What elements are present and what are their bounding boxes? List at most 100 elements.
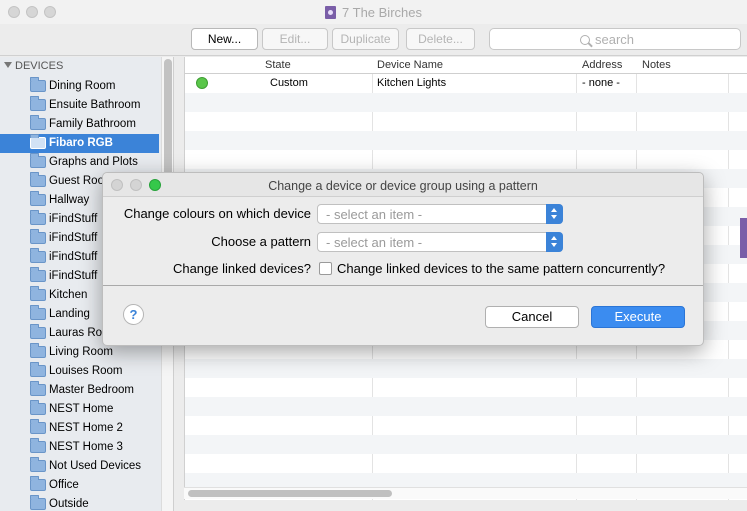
- folder-icon: [30, 362, 46, 377]
- sidebar-item-label: Louises Room: [49, 365, 123, 377]
- dialog-title: Change a device or device group using a …: [268, 179, 538, 193]
- delete-button[interactable]: Delete...: [406, 28, 475, 50]
- window-titlebar: 7 The Birches: [0, 0, 747, 24]
- sidebar-item-label: Office: [49, 479, 79, 491]
- sidebar-item[interactable]: Not Used Devices: [0, 457, 159, 476]
- folder-icon: [30, 476, 46, 491]
- sidebar-item-label: Family Bathroom: [49, 118, 136, 130]
- pattern-select[interactable]: - select an item -: [317, 232, 563, 252]
- folder-icon: [30, 400, 46, 415]
- folder-icon: [30, 381, 46, 396]
- sidebar-item[interactable]: Ensuite Bathroom: [0, 96, 159, 115]
- toolbar: New... Edit... Duplicate Delete... searc…: [0, 24, 747, 56]
- sidebar-item-label: iFindStuff: [49, 213, 98, 225]
- folder-icon: [30, 115, 46, 130]
- sidebar-section-devices[interactable]: DEVICES: [4, 60, 63, 72]
- folder-icon: [30, 267, 46, 282]
- column-header-state[interactable]: State: [265, 59, 291, 71]
- table-row[interactable]: [185, 112, 747, 131]
- cell-address: - none -: [582, 77, 620, 89]
- sidebar-item[interactable]: Family Bathroom: [0, 115, 159, 134]
- sidebar-item-label: iFindStuff: [49, 270, 98, 282]
- table-row[interactable]: [185, 93, 747, 112]
- folder-icon: [30, 438, 46, 453]
- sidebar-item-label: Guest Roo: [49, 175, 104, 187]
- folder-icon: [30, 248, 46, 263]
- select-arrows-icon: [546, 204, 563, 224]
- pattern-dialog: Change a device or device group using a …: [102, 172, 704, 346]
- sidebar-item[interactable]: Master Bedroom: [0, 381, 159, 400]
- sidebar-item-label: Fibaro RGB: [49, 137, 113, 149]
- sidebar-item[interactable]: NEST Home: [0, 400, 159, 419]
- select-arrows-icon: [546, 232, 563, 252]
- sidebar-item[interactable]: Office: [0, 476, 159, 495]
- sidebar-item[interactable]: Fibaro RGB: [0, 134, 159, 153]
- colours-device-value: - select an item -: [326, 207, 423, 222]
- sidebar-item-label: Hallway: [49, 194, 90, 206]
- sidebar-item[interactable]: Dining Room: [0, 77, 159, 96]
- sidebar-item-label: Graphs and Plots: [49, 156, 138, 168]
- folder-icon: [30, 305, 46, 320]
- folder-icon: [30, 229, 46, 244]
- table-header: State Device Name Address Notes: [185, 57, 747, 74]
- table-row[interactable]: [185, 416, 747, 435]
- linked-devices-checkbox[interactable]: [319, 262, 332, 275]
- dialog-titlebar: Change a device or device group using a …: [103, 173, 703, 197]
- search-icon: [580, 35, 590, 45]
- sidebar-item-label: Living Room: [49, 346, 113, 358]
- linked-devices-label: Change linked devices?: [172, 261, 311, 276]
- column-header-address[interactable]: Address: [582, 59, 622, 71]
- sidebar-item-label: Dining Room: [49, 80, 116, 92]
- sidebar-item-label: Kitchen: [49, 289, 88, 301]
- sidebar-item-label: NEST Home 2: [49, 422, 123, 434]
- sidebar-item-label: Landing: [49, 308, 90, 320]
- document-icon: [325, 6, 337, 19]
- edit-button[interactable]: Edit...: [262, 28, 328, 50]
- table-horizontal-scrollbar[interactable]: [184, 487, 747, 499]
- search-placeholder: search: [595, 32, 635, 47]
- execute-button[interactable]: Execute: [591, 306, 685, 328]
- sidebar-item-label: Master Bedroom: [49, 384, 135, 396]
- table-row[interactable]: [185, 359, 747, 378]
- folder-icon: [30, 153, 46, 168]
- sidebar-item[interactable]: Graphs and Plots: [0, 153, 159, 172]
- folder-icon: [30, 96, 46, 111]
- column-header-device-name[interactable]: Device Name: [377, 59, 443, 71]
- duplicate-button[interactable]: Duplicate: [332, 28, 399, 50]
- folder-icon: [30, 419, 46, 434]
- cell-state: Custom: [270, 77, 308, 89]
- disclosure-triangle-icon: [4, 62, 12, 68]
- table-row[interactable]: [185, 150, 747, 169]
- colours-device-select[interactable]: - select an item -: [317, 204, 563, 224]
- table-scroll-thumb[interactable]: [188, 490, 392, 497]
- folder-icon: [30, 324, 46, 339]
- background-window-edge: [740, 218, 747, 258]
- dialog-form: Change colours on which device - select …: [103, 198, 703, 286]
- folder-icon: [30, 134, 46, 149]
- table-row[interactable]: Custom Kitchen Lights - none -: [185, 74, 747, 93]
- folder-icon: [30, 191, 46, 206]
- status-indicator-icon: [196, 77, 208, 89]
- cancel-button[interactable]: Cancel: [485, 306, 579, 328]
- sidebar-item[interactable]: NEST Home 3: [0, 438, 159, 457]
- sidebar-item-label: iFindStuff: [49, 232, 98, 244]
- sidebar-item[interactable]: Outside: [0, 495, 159, 511]
- table-row[interactable]: [185, 454, 747, 473]
- folder-icon: [30, 495, 46, 510]
- column-header-notes[interactable]: Notes: [642, 59, 671, 71]
- sidebar-item[interactable]: NEST Home 2: [0, 419, 159, 438]
- folder-icon: [30, 77, 46, 92]
- table-row[interactable]: [185, 435, 747, 454]
- table-row[interactable]: [185, 378, 747, 397]
- table-row[interactable]: [185, 397, 747, 416]
- table-row[interactable]: [185, 131, 747, 150]
- help-button[interactable]: ?: [123, 304, 144, 325]
- search-input[interactable]: search: [489, 28, 741, 50]
- pattern-value: - select an item -: [326, 235, 423, 250]
- new-button[interactable]: New...: [191, 28, 258, 50]
- sidebar-item[interactable]: Louises Room: [0, 362, 159, 381]
- sidebar-item-label: Outside: [49, 498, 89, 510]
- sidebar-item-label: Ensuite Bathroom: [49, 99, 141, 111]
- linked-devices-checkbox-label[interactable]: Change linked devices to the same patter…: [337, 261, 665, 276]
- folder-icon: [30, 457, 46, 472]
